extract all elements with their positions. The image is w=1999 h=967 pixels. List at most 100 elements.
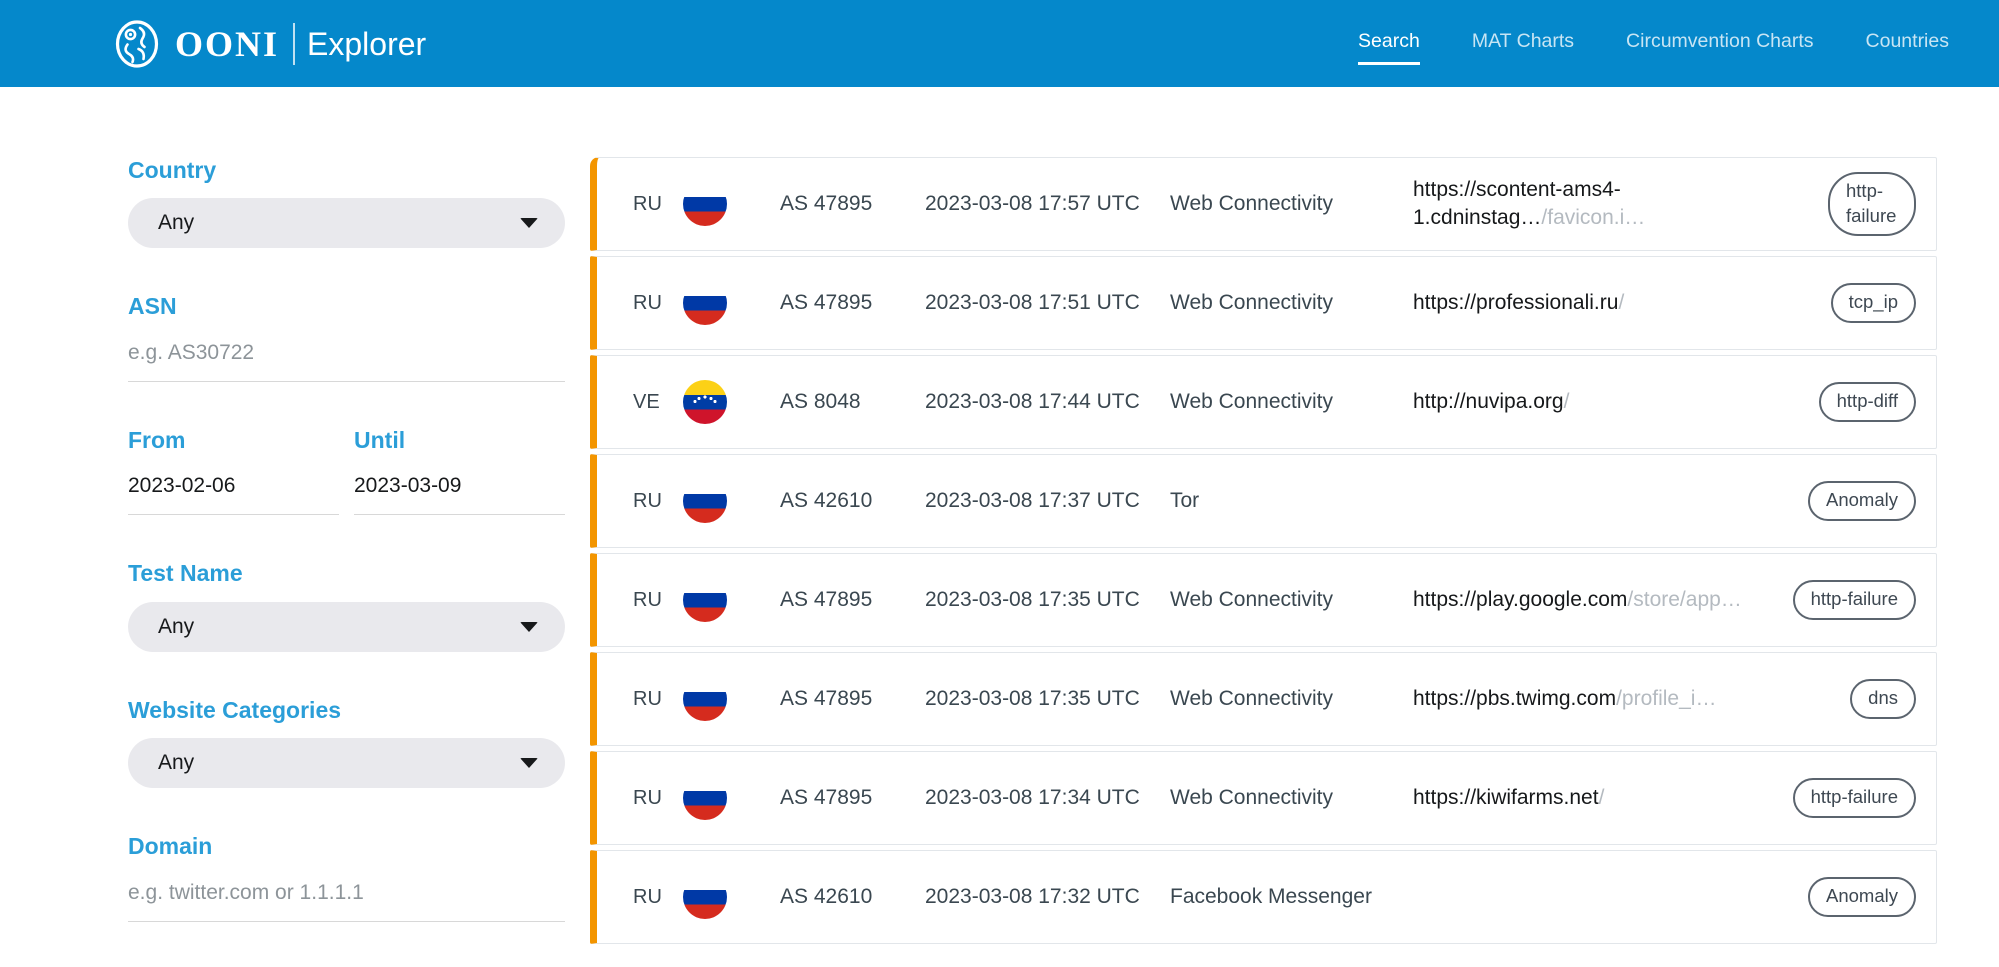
test-name: Web Connectivity	[1170, 291, 1413, 315]
asn-input[interactable]	[128, 335, 565, 382]
website-categories-label: Website Categories	[128, 697, 565, 723]
country-label: Country	[128, 157, 565, 183]
app-header: OONI Explorer Search MAT Charts Circumve…	[0, 0, 1999, 87]
country-code: RU	[633, 193, 683, 216]
nav-item-circumvention-charts[interactable]: Circumvention Charts	[1626, 22, 1813, 65]
url-path-part: /	[1564, 390, 1570, 413]
nav-item-mat-charts[interactable]: MAT Charts	[1472, 22, 1574, 65]
badge-cell: http-diff	[1819, 382, 1916, 421]
url-main-part: https://kiwifarms.net	[1413, 786, 1599, 809]
test-name: Web Connectivity	[1170, 192, 1413, 216]
url-main-part: https://professionali.ru	[1413, 291, 1618, 314]
measurement-result-row[interactable]: RU AS 42610 2023-03-08 17:37 UTC Tor Ano…	[590, 454, 1937, 548]
test-name-label: Test Name	[128, 560, 565, 586]
status-badge: http-failure	[1793, 778, 1916, 817]
asn-value: AS 47895	[780, 291, 925, 315]
badge-cell: Anomaly	[1808, 481, 1916, 520]
url-main-part: https://pbs.twimg.com	[1413, 687, 1616, 710]
measurement-url: https://scontent-ams4-1.cdninstag…/favic…	[1413, 176, 1703, 231]
from-label: From	[128, 427, 339, 453]
status-badge: http-failure	[1828, 172, 1916, 235]
measurement-result-row[interactable]: RU AS 42610 2023-03-08 17:32 UTC Faceboo…	[590, 850, 1937, 944]
country-code: RU	[633, 787, 683, 810]
url-path-part: /profile_i…	[1616, 687, 1716, 710]
measurement-timestamp: 2023-03-08 17:35 UTC	[925, 687, 1170, 711]
asn-label: ASN	[128, 293, 565, 319]
flag-ru-icon	[683, 479, 727, 523]
country-code: RU	[633, 688, 683, 711]
test-name: Web Connectivity	[1170, 588, 1413, 612]
flag-ve-icon	[683, 380, 727, 424]
measurement-url: https://kiwifarms.net/	[1413, 784, 1783, 812]
badge-cell: http-failure	[1793, 778, 1916, 817]
website-categories-select[interactable]: Any	[128, 738, 565, 788]
filter-group-until: Until	[354, 427, 565, 515]
asn-value: AS 47895	[780, 588, 925, 612]
measurement-timestamp: 2023-03-08 17:32 UTC	[925, 885, 1170, 909]
asn-value: AS 8048	[780, 390, 925, 414]
flag-ru-icon	[683, 776, 727, 820]
country-code: RU	[633, 886, 683, 909]
measurement-timestamp: 2023-03-08 17:44 UTC	[925, 390, 1170, 414]
until-date-input[interactable]	[354, 468, 565, 515]
chevron-down-icon	[520, 218, 538, 228]
domain-input[interactable]	[128, 875, 565, 922]
country-code: RU	[633, 292, 683, 315]
asn-value: AS 47895	[780, 192, 925, 216]
measurement-timestamp: 2023-03-08 17:57 UTC	[925, 192, 1170, 216]
measurement-result-row[interactable]: VE AS 8048 2023-03-08 17:44 UTC Web Conn…	[590, 355, 1937, 449]
domain-label: Domain	[128, 833, 565, 859]
filter-group-domain: Domain	[128, 833, 565, 921]
website-categories-select-value: Any	[158, 751, 194, 775]
url-path-part: /favicon.i…	[1541, 206, 1645, 229]
url-path-part: /	[1599, 786, 1605, 809]
filter-group-website-categories: Website Categories Any	[128, 697, 565, 788]
status-badge: http-failure	[1793, 580, 1916, 619]
measurement-url: https://play.google.com/store/app…	[1413, 586, 1783, 614]
measurement-timestamp: 2023-03-08 17:51 UTC	[925, 291, 1170, 315]
brand[interactable]: OONI Explorer	[115, 20, 426, 68]
chevron-down-icon	[520, 758, 538, 768]
url-main-part: http://nuvipa.org	[1413, 390, 1564, 413]
measurement-result-row[interactable]: RU AS 47895 2023-03-08 17:35 UTC Web Con…	[590, 553, 1937, 647]
asn-value: AS 42610	[780, 489, 925, 513]
brand-divider	[293, 23, 295, 65]
nav-item-countries[interactable]: Countries	[1866, 22, 1949, 65]
from-date-input[interactable]	[128, 468, 339, 515]
measurement-url: https://pbs.twimg.com/profile_i…	[1413, 685, 1783, 713]
filter-sidebar: Country Any ASN From Until	[128, 157, 565, 967]
test-name: Web Connectivity	[1170, 786, 1413, 810]
filter-group-from: From	[128, 427, 339, 515]
badge-cell: Anomaly	[1808, 877, 1916, 916]
status-badge: http-diff	[1819, 382, 1916, 421]
test-name: Facebook Messenger	[1170, 885, 1413, 909]
measurement-result-row[interactable]: RU AS 47895 2023-03-08 17:35 UTC Web Con…	[590, 652, 1937, 746]
test-name: Web Connectivity	[1170, 390, 1413, 414]
url-path-part: /	[1618, 291, 1624, 314]
measurement-result-row[interactable]: RU AS 47895 2023-03-08 17:51 UTC Web Con…	[590, 256, 1937, 350]
measurement-timestamp: 2023-03-08 17:35 UTC	[925, 588, 1170, 612]
measurement-result-row[interactable]: RU AS 47895 2023-03-08 17:34 UTC Web Con…	[590, 751, 1937, 845]
status-badge: Anomaly	[1808, 877, 1916, 916]
results-list: RU AS 47895 2023-03-08 17:57 UTC Web Con…	[590, 157, 1937, 949]
badge-cell: dns	[1850, 679, 1916, 718]
test-name-select[interactable]: Any	[128, 602, 565, 652]
measurement-result-row[interactable]: RU AS 47895 2023-03-08 17:57 UTC Web Con…	[590, 157, 1937, 251]
nav-item-search[interactable]: Search	[1358, 22, 1420, 65]
asn-value: AS 42610	[780, 885, 925, 909]
flag-ru-icon	[683, 677, 727, 721]
url-main-part: https://play.google.com	[1413, 588, 1627, 611]
badge-cell: http-failure	[1793, 580, 1916, 619]
filter-group-test-name: Test Name Any	[128, 560, 565, 651]
country-select-value: Any	[158, 211, 194, 235]
asn-value: AS 47895	[780, 786, 925, 810]
flag-ru-icon	[683, 578, 727, 622]
status-badge: dns	[1850, 679, 1916, 718]
badge-cell: tcp_ip	[1831, 283, 1916, 322]
brand-name: OONI	[175, 26, 279, 62]
country-select[interactable]: Any	[128, 198, 565, 248]
country-code: RU	[633, 490, 683, 513]
status-badge: tcp_ip	[1831, 283, 1916, 322]
content: Country Any ASN From Until	[0, 87, 1999, 967]
main-nav: Search MAT Charts Circumvention Charts C…	[1358, 22, 1949, 65]
